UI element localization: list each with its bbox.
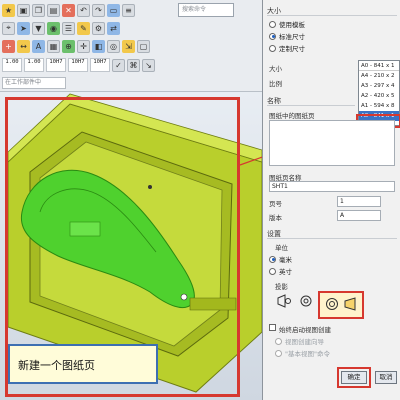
format-icon[interactable]: ✓ [112, 58, 125, 72]
revision-input[interactable]: A [337, 210, 381, 221]
table-icon[interactable]: ▦ [47, 39, 60, 53]
size-option-template[interactable]: 使用模板 [269, 19, 305, 29]
paste-icon[interactable]: ▤ [47, 3, 60, 17]
view-icon[interactable]: ◉ [47, 21, 60, 35]
sheets-in-drawing-label: 图纸中的图纸页 [269, 112, 315, 120]
copy-icon[interactable]: ❐ [32, 3, 45, 17]
redo-icon[interactable]: ↷ [92, 3, 105, 17]
option-label: 毫米 [279, 256, 292, 264]
radio-button[interactable] [269, 255, 276, 263]
ok-button[interactable]: 确定 [341, 371, 367, 384]
symbol-icon[interactable]: ⊕ [62, 39, 75, 53]
auto-start-label: 始终启动视图创建 [279, 326, 331, 334]
size-label: 大小 [269, 65, 282, 73]
command-search-input[interactable]: 搜索命令 [178, 3, 234, 17]
cancel-button[interactable]: 取消 [375, 371, 397, 384]
divider [267, 15, 397, 16]
base-view-icon[interactable]: ▢ [137, 39, 150, 53]
tolerance-button[interactable]: 10H7 [46, 58, 66, 72]
option-label: 标准尺寸 [279, 33, 305, 41]
radio-button[interactable] [269, 20, 276, 28]
option-label: 使用模板 [279, 21, 305, 29]
graphics-viewport[interactable]: 新建一个图纸页 [0, 92, 262, 400]
settings-icon[interactable]: ⚙ [92, 21, 105, 35]
dimension-decimal-button[interactable]: 1.00 [24, 58, 44, 72]
page-number-input[interactable]: 1 [337, 196, 381, 207]
insert-icon[interactable]: + [2, 39, 15, 53]
toolbar-row-1: ★ ▣ ❐ ▤ ✕ ↶ ↷ ▭ ≡ [2, 2, 135, 18]
detail-icon[interactable]: ◎ [107, 39, 120, 53]
note-icon[interactable]: A [32, 39, 45, 53]
third-angle-projection-icon[interactable] [343, 297, 357, 311]
menu-icon[interactable]: ≡ [122, 3, 135, 17]
tolerance-button[interactable]: 10H7 [90, 58, 110, 72]
radio-button[interactable] [275, 349, 282, 357]
caption-text: 新建一个图纸页 [18, 359, 95, 372]
option-label: 视图创建向导 [285, 338, 324, 346]
size-option-a3[interactable]: A3 - 297 x 4 [359, 81, 399, 91]
projection-label: 投影 [275, 283, 288, 291]
base-view-command-option[interactable]: "基本视图"命令 [275, 348, 330, 358]
auto-start-checkbox[interactable] [269, 324, 276, 331]
radio-button[interactable] [269, 267, 276, 275]
undo-icon[interactable]: ↶ [77, 3, 90, 17]
size-option-a1[interactable]: A1 - 594 x 8 [359, 101, 399, 111]
option-label: 英寸 [279, 268, 292, 276]
select-icon[interactable]: ➤ [17, 21, 30, 35]
projected-view-icon[interactable]: ⇲ [122, 39, 135, 53]
revision-label: 版本 [269, 214, 282, 222]
arrange-icon[interactable]: ⇄ [107, 21, 120, 35]
view-creation-wizard-option[interactable]: 视图创建向导 [275, 336, 324, 346]
units-label: 单位 [275, 244, 288, 252]
caption-box: 新建一个图纸页 [8, 344, 158, 384]
section-icon[interactable]: ◧ [92, 39, 105, 53]
divider [267, 238, 397, 239]
style-icon[interactable]: ⌘ [127, 58, 140, 72]
divider [267, 105, 355, 106]
size-option-a4[interactable]: A4 - 210 x 2 [359, 71, 399, 81]
size-option-custom[interactable]: 定制尺寸 [269, 43, 305, 53]
sheet-name-input[interactable]: SHT1 [269, 181, 395, 192]
sheet-dialog: 大小 使用模板 标准尺寸 定制尺寸 大小 比例 A0 - 841 x 1 A4 … [262, 0, 400, 400]
option-label: "基本视图"命令 [285, 350, 330, 358]
scale-label: 比例 [269, 80, 282, 88]
ribbon-toolbars: ★ ▣ ❐ ▤ ✕ ↶ ↷ ▭ ≡ 搜索命令 ⌖ ➤ ▼ ◉ ☰ ✎ ⚙ ⇄ +… [0, 0, 262, 92]
toolbar-row-3: + ↔ A ▦ ⊕ ✛ ◧ ◎ ⇲ ▢ [2, 38, 150, 54]
filter-icon[interactable]: ▼ [32, 21, 45, 35]
first-angle-projection-icon[interactable] [277, 294, 291, 308]
third-angle-circle-icon[interactable] [325, 297, 339, 311]
new-file-icon[interactable]: ★ [2, 3, 15, 17]
radio-button[interactable] [275, 337, 282, 345]
units-option-mm[interactable]: 毫米 [269, 254, 292, 264]
toolbar-row-2: ⌖ ➤ ▼ ◉ ☰ ✎ ⚙ ⇄ [2, 20, 120, 36]
toolbar-row-4: 1.00 1.00 10H7 10H7 10H7 ✓ ⌘ ↘ [2, 57, 155, 73]
selection-scope-select[interactable]: 在工作部件中 [2, 77, 66, 89]
dimension-icon[interactable]: ↔ [17, 39, 30, 53]
save-icon[interactable]: ▣ [17, 3, 30, 17]
radio-button[interactable] [269, 32, 276, 40]
option-label: 定制尺寸 [279, 45, 305, 53]
snap-icon[interactable]: ⌖ [2, 21, 15, 35]
size-option-standard[interactable]: 标准尺寸 [269, 31, 305, 41]
tolerance-button[interactable]: 10H7 [68, 58, 88, 72]
centerline-icon[interactable]: ✛ [77, 39, 90, 53]
window-icon[interactable]: ▭ [107, 3, 120, 17]
units-option-inch[interactable]: 英寸 [269, 266, 292, 276]
first-angle-projection-icon-alt[interactable] [299, 294, 313, 308]
size-option-a2[interactable]: A2 - 420 x 5 [359, 91, 399, 101]
sheets-list[interactable] [269, 120, 395, 166]
page-number-label: 页号 [269, 200, 282, 208]
delete-icon[interactable]: ✕ [62, 3, 75, 17]
layer-icon[interactable]: ☰ [62, 21, 75, 35]
dimension-decimal-button[interactable]: 1.00 [2, 58, 22, 72]
sketch-icon[interactable]: ✎ [77, 21, 90, 35]
origin-icon[interactable]: ↘ [142, 58, 155, 72]
radio-button[interactable] [269, 44, 276, 52]
size-dropdown-value[interactable]: A0 - 841 x 1 [359, 61, 399, 71]
